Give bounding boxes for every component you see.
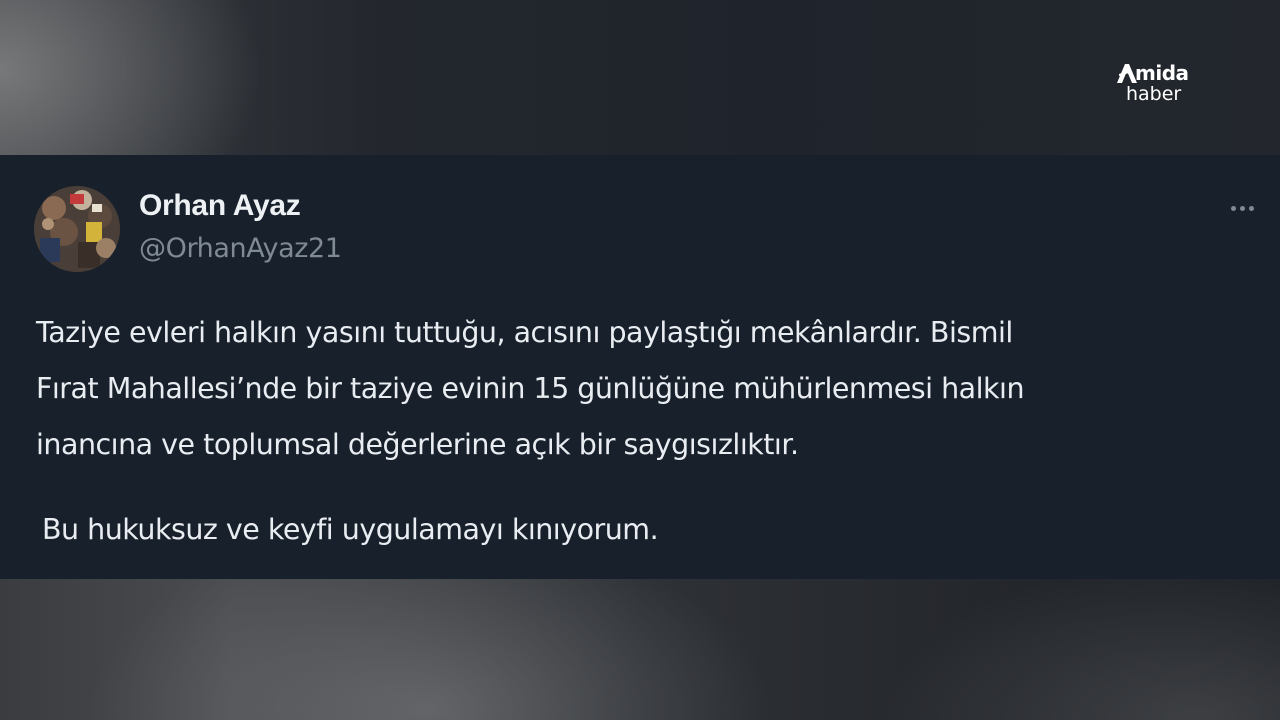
watermark-logo: mida haber [1116, 60, 1206, 104]
more-dot-icon [1239, 205, 1245, 211]
tweet-text-line: Taziye evleri halkın yasını tuttuğu, acı… [36, 316, 1013, 349]
profile-photo-icon [34, 186, 120, 272]
tweet-text: Taziye evleri halkın yasını tuttuğu, acı… [36, 305, 1256, 473]
more-dot-icon [1248, 205, 1254, 211]
avatar[interactable] [34, 186, 120, 272]
background-bottom [0, 579, 1280, 720]
tweet-card: Orhan Ayaz @OrhanAyaz21 Taziye evleri ha… [0, 155, 1280, 579]
logo-sub-text: haber [1126, 83, 1182, 105]
author-handle[interactable]: @OrhanAyaz21 [139, 233, 342, 264]
tweet-text-paragraph-2: Bu hukuksuz ve keyfi uygulamayı kınıyoru… [42, 513, 659, 546]
more-options-button[interactable] [1222, 195, 1262, 221]
more-dot-icon [1230, 205, 1236, 211]
background-top [0, 0, 1280, 155]
logo-brand-text: mida [1135, 61, 1189, 85]
author-name[interactable]: Orhan Ayaz [139, 189, 301, 223]
tweet-text-line: Fırat Mahallesi’nde bir taziye evinin 15… [36, 372, 1025, 405]
tweet-text-line: inancına ve toplumsal değerlerine açık b… [36, 428, 799, 461]
